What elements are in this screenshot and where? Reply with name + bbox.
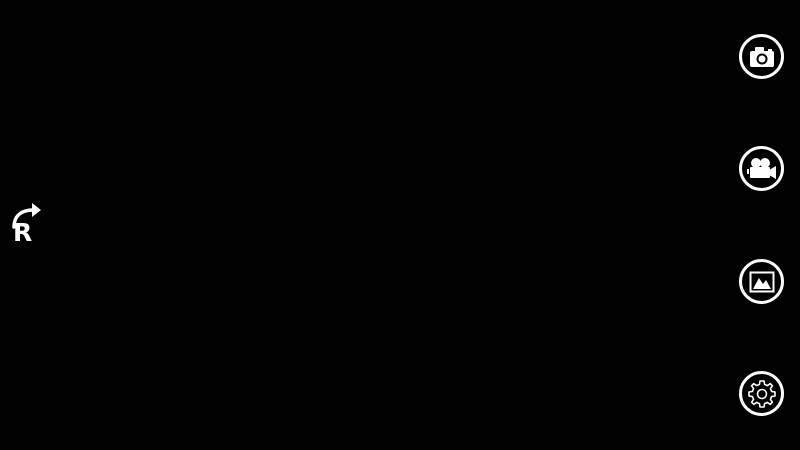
video-mode-button[interactable] [739, 146, 784, 191]
camera-controls-sidebar [730, 0, 800, 450]
camera-viewfinder[interactable] [0, 0, 800, 450]
video-camera-icon [746, 157, 776, 179]
gear-icon [747, 379, 776, 408]
camera-icon [749, 46, 774, 67]
gallery-icon [749, 271, 774, 292]
gallery-button[interactable] [739, 259, 784, 304]
rotate-label: R [13, 218, 33, 247]
photo-mode-button[interactable] [739, 34, 784, 79]
settings-button[interactable] [739, 371, 784, 416]
